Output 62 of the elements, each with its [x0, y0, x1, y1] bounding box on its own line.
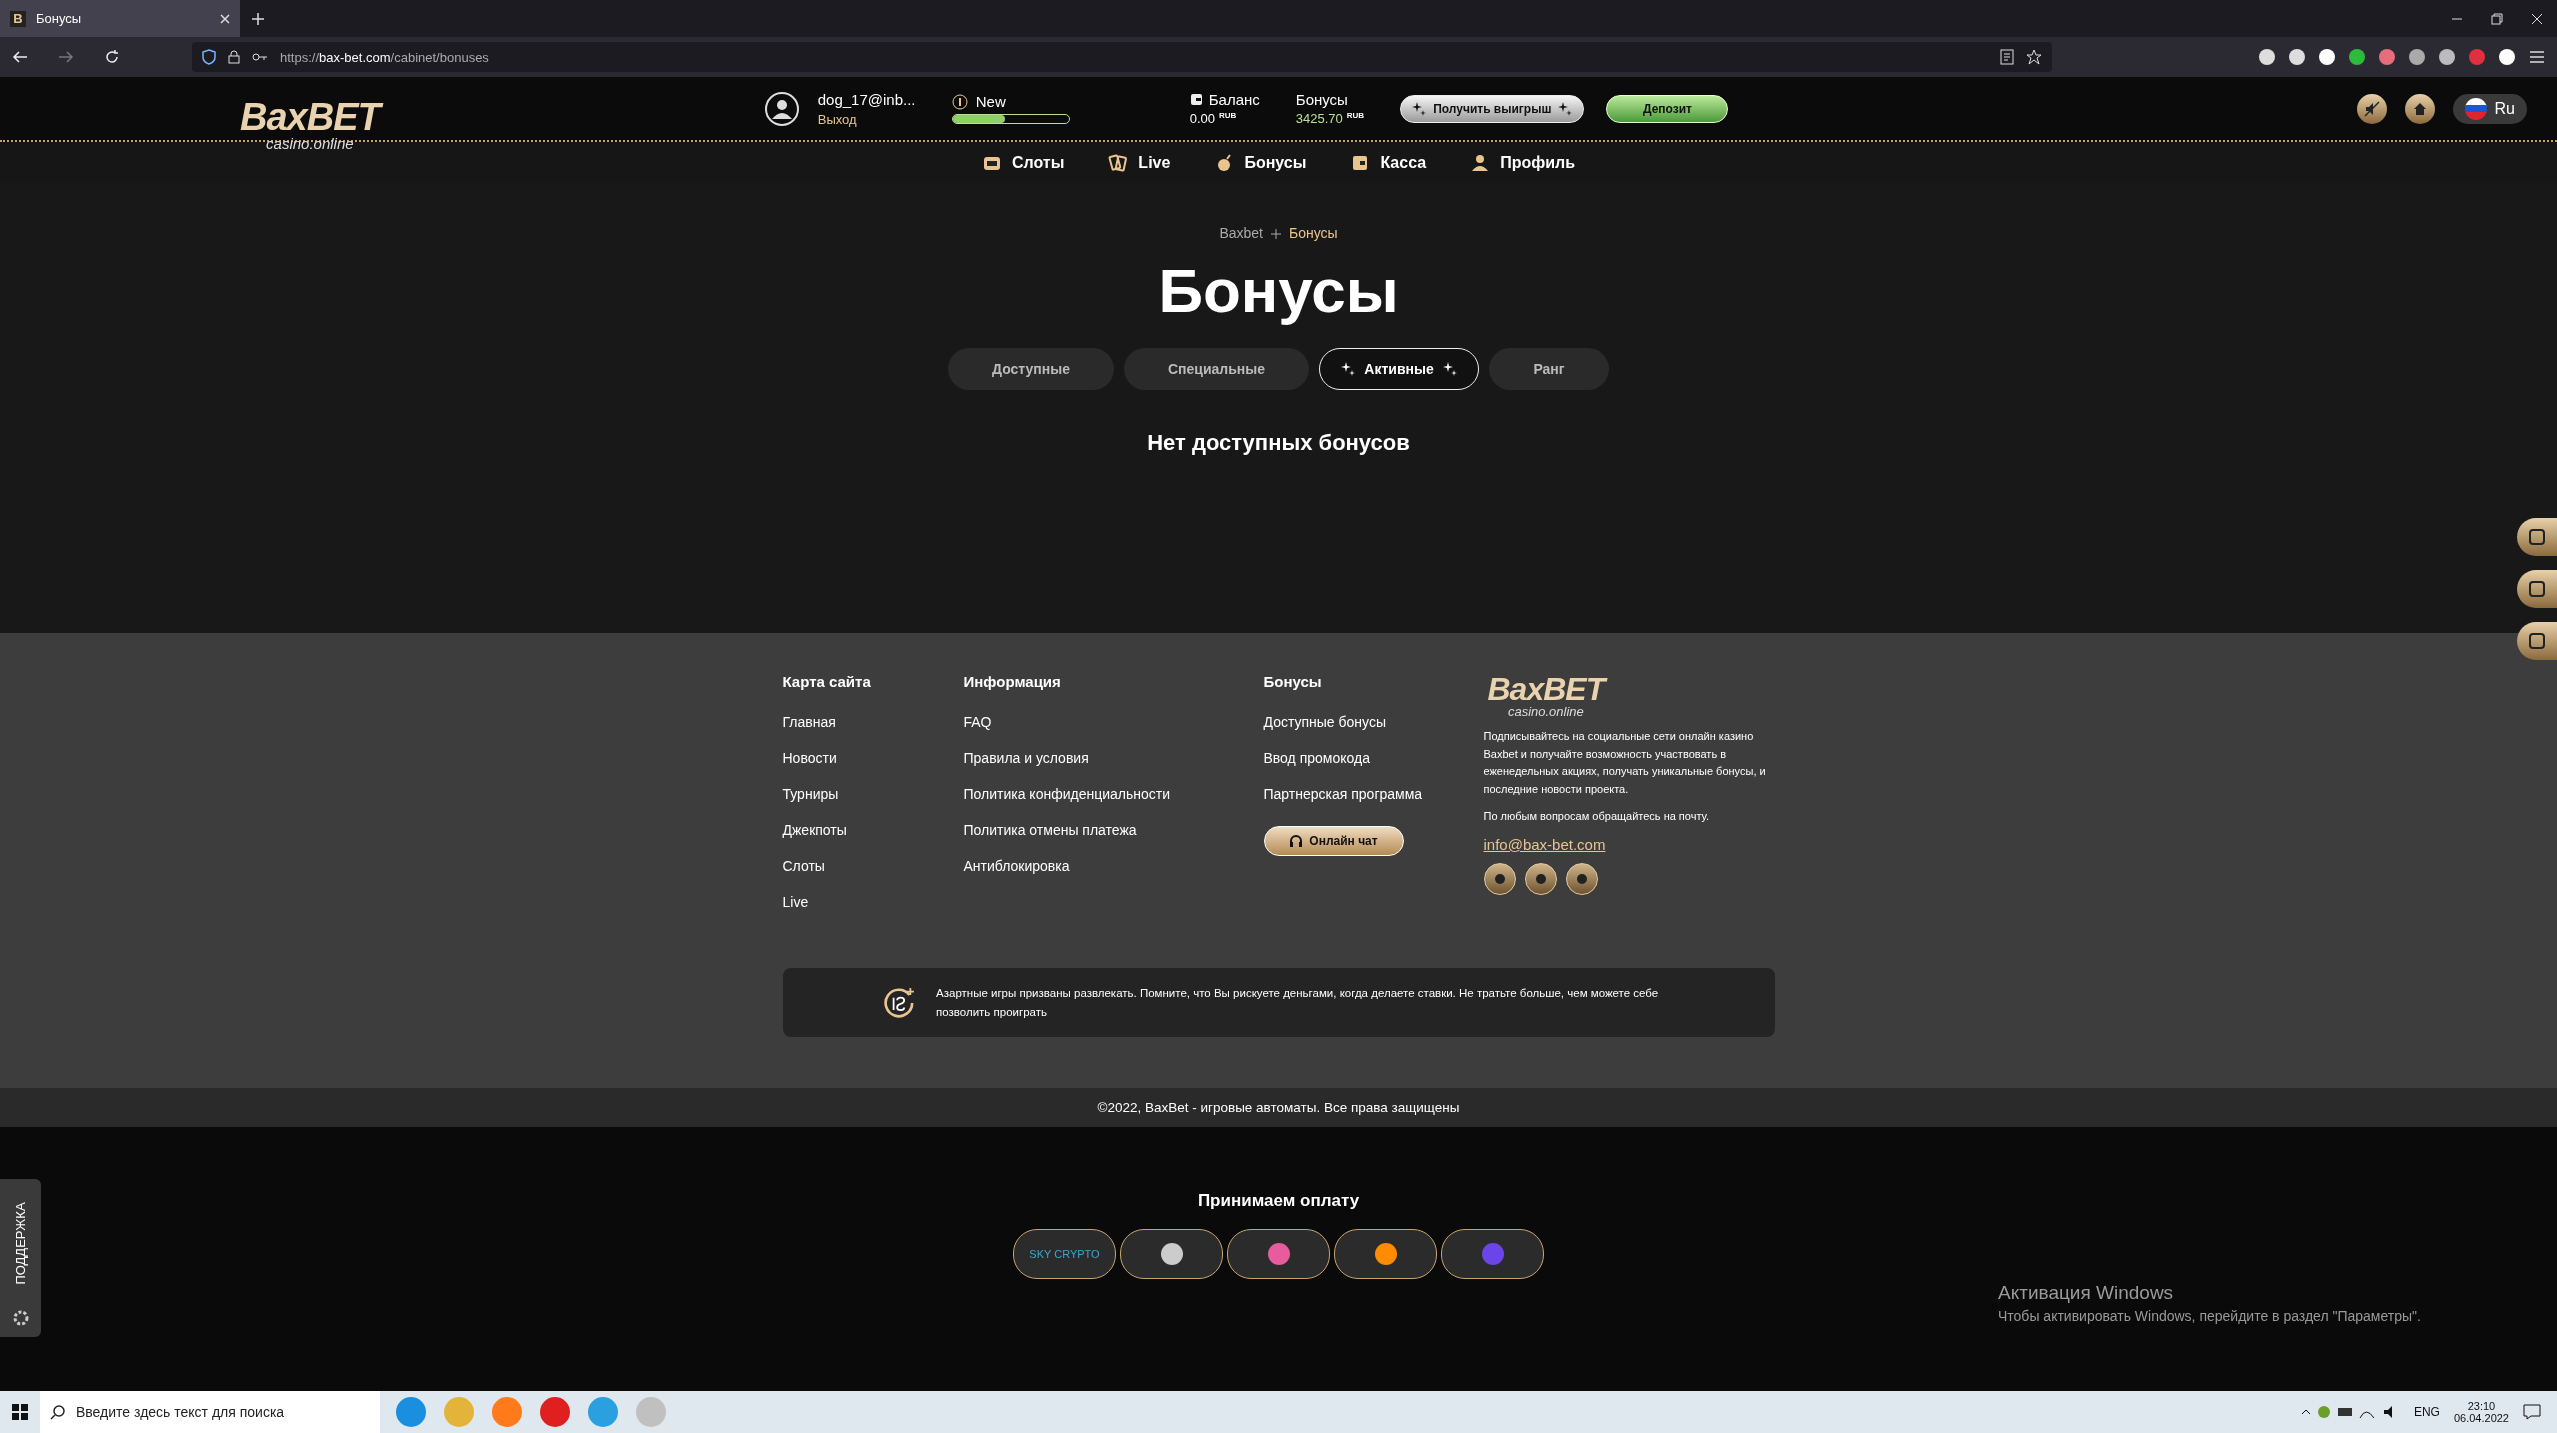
footer-link[interactable]: Антиблокировка — [963, 858, 1264, 874]
disclaimer-text: Азартные игры призваны развлекать. Помните, что Вы рискуете деньгами, когда делаете ставки. Не тратьте больше, чем можете себе позволить проиграть — [936, 986, 1660, 1020]
withdraw-button[interactable]: Получить выигрыш — [1400, 94, 1585, 123]
favicon-icon: B — [10, 10, 26, 27]
nav-link[interactable]: Профиль — [1470, 152, 1575, 173]
footer-link[interactable]: Политика отмены платежа — [963, 822, 1264, 838]
logo-tagline: casino.online — [266, 136, 354, 151]
language-indicator[interactable]: ENG — [2413, 1405, 2440, 1419]
footer-link[interactable]: FAQ — [963, 714, 1264, 730]
footer-link[interactable]: Джекпоты — [782, 822, 964, 838]
footer-link[interactable]: Правила и условия — [963, 750, 1264, 766]
activation-text: Чтобы активировать Windows, перейдите в раздел "Параметры". — [1998, 1308, 2421, 1324]
footer-link[interactable]: Слоты — [782, 858, 964, 874]
rank-label: New — [975, 93, 1006, 110]
browser-tab[interactable]: B Бонусы — [0, 0, 240, 37]
footer-link[interactable]: Турниры — [782, 786, 964, 802]
bonus-amount: 3425.70 — [1295, 111, 1343, 126]
footer-link[interactable]: Новости — [782, 750, 964, 766]
payment-method: SKY CRYPTO — [1013, 1229, 1116, 1279]
support-tab[interactable]: ПОДДЕРЖКА — [0, 1179, 41, 1337]
nav-link[interactable]: Бонусы — [1214, 152, 1307, 173]
footer-heading: Бонусы — [1263, 673, 1323, 690]
logout-link[interactable]: Выход — [817, 111, 938, 127]
online-chat-button[interactable]: Онлайн чат — [1263, 826, 1404, 856]
deposit-button[interactable]: Депозит — [1606, 94, 1729, 123]
footer-link[interactable]: Политика конфиденциальности — [963, 786, 1264, 802]
footer-link[interactable]: Партнерская программа — [1263, 786, 1484, 802]
footer-heading: Карта сайта — [782, 673, 872, 690]
address-bar[interactable]: https://bax-bet.com/cabinet/bonuses — [192, 42, 2052, 72]
nav-link[interactable]: Live — [1108, 152, 1171, 173]
currency-label: RUB — [1346, 111, 1365, 120]
taskbar-clock[interactable]: 23:10 06.04.2022 — [2453, 1400, 2509, 1424]
language-button[interactable]: Ru — [2452, 93, 2527, 124]
email-link[interactable]: info@bax-bet.com — [1483, 835, 1774, 853]
footer-link[interactable]: Главная — [782, 714, 964, 730]
bonus-tab[interactable]: Активные — [1319, 348, 1479, 390]
bonus-tab[interactable]: Доступные — [948, 348, 1114, 390]
balance-amount: 0.00 — [1189, 111, 1216, 126]
footer-link[interactable]: Live — [782, 894, 964, 910]
bonus-tab[interactable]: Специальные — [1124, 348, 1309, 390]
nav-link[interactable]: Касса — [1350, 152, 1427, 173]
footer-heading: Информация — [963, 673, 1062, 690]
currency-label: RUB — [1219, 111, 1237, 120]
nav-link[interactable]: Слоты — [981, 152, 1065, 173]
url-text: https://bax-bet.com/cabinet/bonuses — [280, 49, 489, 65]
footer-text: По любым вопросам обращайтесь на почту. — [1483, 809, 1711, 825]
activation-title: Активация Windows — [1998, 1282, 2175, 1304]
balance-label: Баланс — [1208, 91, 1260, 108]
logo-tagline: casino.online — [1507, 705, 1584, 718]
page-title: Бонусы — [1158, 255, 1399, 326]
bonus-balance-label: Бонусы — [1295, 91, 1349, 108]
taskbar-search-field[interactable]: Введите здесь текст для поиска — [40, 1391, 380, 1433]
breadcrumb-link[interactable]: Baxbet — [1219, 225, 1263, 241]
footer-link[interactable]: Доступные бонусы — [1263, 714, 1484, 730]
user-email: dog_17@inb... — [817, 90, 917, 108]
breadcrumb-current: Бонусы — [1289, 225, 1338, 241]
footer-link[interactable]: Ввод промокода — [1263, 750, 1484, 766]
footer-text: Подписывайтесь на социальные сети онлайн казино Baxbet и получайте возможность участвовать в еженедельных акциях, получать уникальные бонусы, и последние новости проекта. — [1483, 729, 1767, 797]
payments-heading: Принимаем оплату — [1197, 1191, 1360, 1211]
copyright-text: ©2022, BaxBet - игровые автоматы. Все права защищены — [1097, 1100, 1460, 1115]
empty-message: Нет доступных бонусов — [1147, 430, 1410, 456]
bonus-tab[interactable]: Ранг — [1489, 348, 1609, 390]
